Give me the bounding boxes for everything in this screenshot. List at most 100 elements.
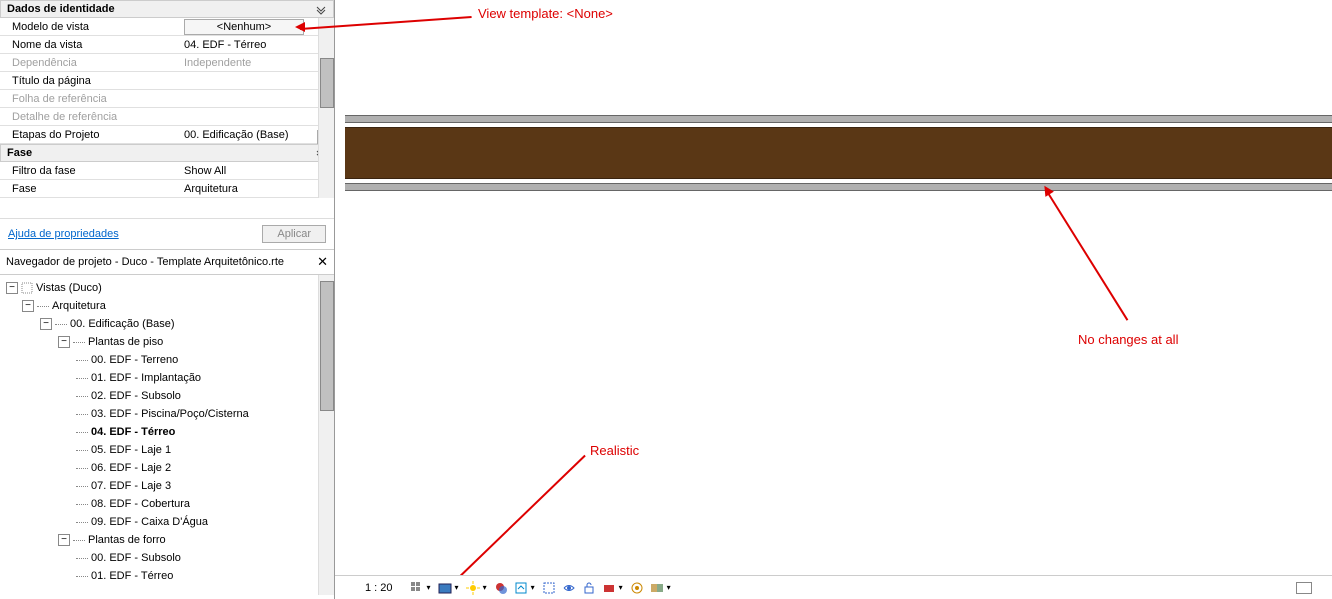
tree-label[interactable]: 03. EDF - Piscina/Poço/Cisterna: [91, 408, 249, 420]
project-browser-tree: − Vistas (Duco) − Arquitetura − 00. Edif…: [0, 275, 334, 595]
prop-label: Filtro da fase: [0, 165, 180, 177]
tree-ceiling-item[interactable]: 01. EDF - Térreo: [4, 567, 334, 585]
prop-label: Fase: [0, 183, 180, 195]
tree-plan-item[interactable]: 01. EDF - Implantação: [4, 369, 334, 387]
prop-value[interactable]: Arquitetura: [180, 183, 334, 195]
tree-label[interactable]: 06. EDF - Laje 2: [91, 462, 171, 474]
chevron-down-icon[interactable]: ▾: [455, 583, 459, 592]
tree-branch: [76, 396, 88, 397]
collapse-toggle[interactable]: −: [58, 336, 70, 348]
tree-branch: [76, 414, 88, 415]
chevron-down-icon[interactable]: ▾: [427, 583, 431, 592]
left-panel: Dados de identidade Modelo de vista <Nen…: [0, 0, 335, 599]
wall-layer: [345, 183, 1332, 191]
prop-value-text: 00. Edificação (Base): [184, 129, 289, 141]
wall-core: [345, 127, 1332, 179]
tree-label[interactable]: 08. EDF - Cobertura: [91, 498, 190, 510]
tree-branch: [37, 306, 49, 307]
prop-value[interactable]: Show All: [180, 165, 334, 177]
tree-plan-item[interactable]: 05. EDF - Laje 1: [4, 441, 334, 459]
rendering-icon[interactable]: [513, 580, 529, 596]
section-identity[interactable]: Dados de identidade: [0, 0, 334, 18]
prop-phase-filter: Filtro da fase Show All: [0, 162, 334, 180]
properties-scrollbar[interactable]: [318, 18, 334, 198]
visual-style-icon[interactable]: [437, 580, 453, 596]
collapse-toggle[interactable]: −: [22, 300, 34, 312]
tree-plan-item-active[interactable]: 04. EDF - Térreo: [4, 423, 334, 441]
scrollbar-thumb[interactable]: [320, 58, 334, 108]
crop-view-icon[interactable]: [541, 580, 557, 596]
tree-label[interactable]: 05. EDF - Laje 1: [91, 444, 171, 456]
tree-branch: [76, 486, 88, 487]
tree-plan-item[interactable]: 02. EDF - Subsolo: [4, 387, 334, 405]
tree-ceiling-item[interactable]: 00. EDF - Subsolo: [4, 549, 334, 567]
wall-layer: [345, 115, 1332, 123]
reveal-hidden-icon[interactable]: [629, 580, 645, 596]
prop-label: Modelo de vista: [0, 21, 180, 33]
tree-arquitetura[interactable]: − Arquitetura: [4, 297, 334, 315]
tree-branch: [76, 378, 88, 379]
collapse-toggle[interactable]: −: [40, 318, 52, 330]
scrollbar-thumb[interactable]: [320, 281, 334, 411]
collapse-icon[interactable]: [315, 3, 329, 17]
temporary-hide-icon[interactable]: [601, 580, 617, 596]
tree-plan-item[interactable]: 06. EDF - Laje 2: [4, 459, 334, 477]
chevron-down-icon[interactable]: ▾: [667, 583, 671, 592]
tree-label[interactable]: 00. Edificação (Base): [70, 318, 175, 330]
chevron-down-icon[interactable]: ▾: [531, 583, 535, 592]
viewbar-right-toggle[interactable]: [1296, 582, 1312, 594]
annotation-view-template: View template: <None>: [478, 6, 613, 21]
tree-plan-item[interactable]: 08. EDF - Cobertura: [4, 495, 334, 513]
tree-label[interactable]: 02. EDF - Subsolo: [91, 390, 181, 402]
tree-label[interactable]: Plantas de forro: [88, 534, 166, 546]
tree-floor-plans[interactable]: − Plantas de piso: [4, 333, 334, 351]
detail-level-icon[interactable]: [409, 580, 425, 596]
section-phase[interactable]: Fase: [0, 144, 334, 162]
tree-plan-item[interactable]: 00. EDF - Terreno: [4, 351, 334, 369]
close-icon[interactable]: ✕: [317, 254, 328, 270]
collapse-toggle[interactable]: −: [58, 534, 70, 546]
tree-branch: [76, 576, 88, 577]
tree-label[interactable]: 09. EDF - Caixa D'Água: [91, 516, 208, 528]
chevron-down-icon[interactable]: ▾: [483, 583, 487, 592]
tree-label[interactable]: Vistas (Duco): [36, 282, 102, 294]
prop-value[interactable]: 04. EDF - Térreo: [180, 39, 334, 51]
tree-label[interactable]: 00. EDF - Terreno: [91, 354, 178, 366]
tree-plan-item[interactable]: 07. EDF - Laje 3: [4, 477, 334, 495]
tree-base[interactable]: − 00. Edificação (Base): [4, 315, 334, 333]
view-template-button[interactable]: <Nenhum>: [184, 19, 304, 35]
view-scale[interactable]: 1 : 20: [365, 582, 393, 594]
prop-label: Nome da vista: [0, 39, 180, 51]
apply-button[interactable]: Aplicar: [262, 225, 326, 243]
tree-label[interactable]: 07. EDF - Laje 3: [91, 480, 171, 492]
properties-help-link[interactable]: Ajuda de propriedades: [8, 228, 119, 240]
tree-label[interactable]: 04. EDF - Térreo: [91, 426, 175, 438]
drawing-canvas[interactable]: [335, 0, 1332, 575]
tree-label[interactable]: Arquitetura: [52, 300, 106, 312]
annotation-no-changes: No changes at all: [1078, 332, 1178, 347]
tree-label[interactable]: 00. EDF - Subsolo: [91, 552, 181, 564]
sun-path-icon[interactable]: [465, 580, 481, 596]
prop-label: Etapas do Projeto: [0, 129, 180, 141]
chevron-down-icon[interactable]: ▾: [619, 583, 623, 592]
project-browser-title: Navegador de projeto - Duco - Template A…: [6, 256, 284, 268]
prop-label: Título da página: [0, 75, 180, 87]
tree-ceiling-plans[interactable]: − Plantas de forro: [4, 531, 334, 549]
annotation-realistic: Realistic: [590, 443, 639, 458]
worksharing-icon[interactable]: [649, 580, 665, 596]
tree-label[interactable]: 01. EDF - Implantação: [91, 372, 201, 384]
tree-root[interactable]: − Vistas (Duco): [4, 279, 334, 297]
tree-plan-item[interactable]: 09. EDF - Caixa D'Água: [4, 513, 334, 531]
prop-view-name: Nome da vista 04. EDF - Térreo: [0, 36, 334, 54]
tree-scrollbar[interactable]: [318, 275, 334, 595]
show-crop-icon[interactable]: [561, 580, 577, 596]
tree-plan-item[interactable]: 03. EDF - Piscina/Poço/Cisterna: [4, 405, 334, 423]
tree-label[interactable]: Plantas de piso: [88, 336, 163, 348]
collapse-toggle[interactable]: −: [6, 282, 18, 294]
prop-page-title: Título da página: [0, 72, 334, 90]
shadows-icon[interactable]: [493, 580, 509, 596]
unlock-icon[interactable]: [581, 580, 597, 596]
tree-label[interactable]: 01. EDF - Térreo: [91, 570, 173, 582]
arrow-head-icon: [295, 22, 305, 32]
prop-value[interactable]: 00. Edificação (Base): [180, 129, 334, 141]
